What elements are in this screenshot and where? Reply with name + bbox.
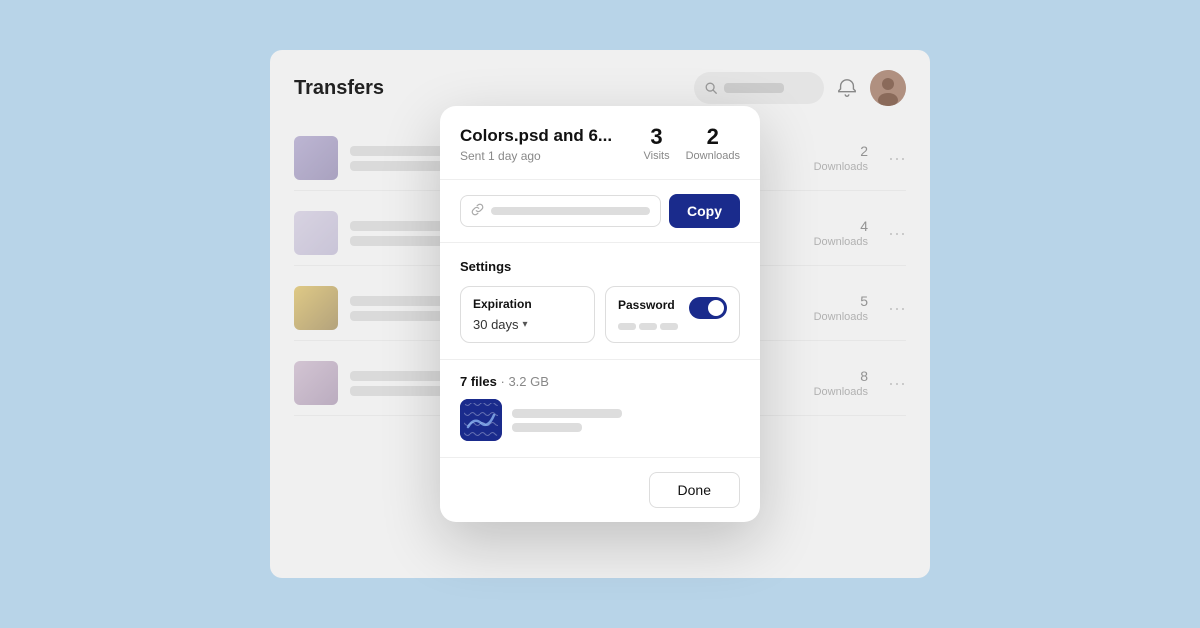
link-input-wrapper — [460, 195, 661, 227]
download-stat: 2 Downloads — [808, 143, 868, 173]
download-label: Downloads — [814, 161, 868, 173]
password-card-inner: Password — [618, 297, 727, 319]
search-placeholder — [724, 83, 784, 93]
app-header: Transfers — [294, 70, 906, 106]
password-dots — [618, 323, 727, 330]
share-modal: Colors.psd and 6... Sent 1 day ago 3 Vis… — [440, 106, 760, 522]
downloads-stat: 2 Downloads — [686, 126, 740, 162]
search-bar — [694, 72, 824, 104]
modal-header: Colors.psd and 6... Sent 1 day ago 3 Vis… — [440, 106, 760, 180]
user-avatar — [870, 70, 906, 106]
pwd-dot — [660, 323, 678, 330]
visits-count: 3 — [650, 126, 662, 148]
files-size-value: 3.2 GB — [508, 374, 548, 389]
pwd-dot — [618, 323, 636, 330]
download-count: 4 — [860, 218, 868, 234]
modal-title: Colors.psd and 6... — [460, 126, 623, 146]
download-count: 2 — [860, 143, 868, 159]
visits-label: Visits — [643, 150, 669, 162]
file-thumbnail — [294, 286, 338, 330]
download-label: Downloads — [814, 311, 868, 323]
more-options-icon: ··· — [888, 373, 906, 394]
files-header: 7 files · 3.2 GB — [460, 374, 740, 389]
chevron-down-icon: ▾ — [523, 319, 528, 330]
file-thumbnail — [294, 136, 338, 180]
search-icon — [704, 81, 718, 95]
app-title: Transfers — [294, 77, 384, 100]
visits-stat: 3 Visits — [643, 126, 669, 162]
link-icon — [471, 203, 484, 219]
download-stat: 8 Downloads — [808, 368, 868, 398]
more-options-icon: ··· — [888, 223, 906, 244]
header-right — [694, 70, 906, 106]
downloads-label: Downloads — [686, 150, 740, 162]
copy-button[interactable]: Copy — [669, 194, 740, 228]
file-size-line — [512, 423, 582, 432]
download-stat: 5 Downloads — [808, 293, 868, 323]
file-item — [460, 399, 740, 441]
done-button[interactable]: Done — [649, 472, 740, 508]
download-label: Downloads — [814, 236, 868, 248]
download-count: 5 — [860, 293, 868, 309]
downloads-count: 2 — [707, 126, 719, 148]
password-card: Password — [605, 286, 740, 343]
toggle-knob — [708, 300, 724, 316]
file-thumbnail — [460, 399, 502, 441]
link-url-placeholder — [491, 207, 650, 215]
settings-title: Settings — [460, 259, 740, 274]
file-text-lines — [512, 409, 622, 432]
modal-settings-section: Settings Expiration 30 days ▾ Password — [440, 243, 760, 360]
modal-footer: Done — [440, 458, 760, 522]
download-stat: 4 Downloads — [808, 218, 868, 248]
modal-files-section: 7 files · 3.2 GB — [440, 360, 760, 458]
more-options-icon: ··· — [888, 148, 906, 169]
password-label: Password — [618, 298, 675, 312]
expiration-select[interactable]: 30 days ▾ — [473, 317, 582, 332]
file-thumbnail — [294, 361, 338, 405]
expiration-card: Expiration 30 days ▾ — [460, 286, 595, 343]
modal-title-section: Colors.psd and 6... Sent 1 day ago — [460, 126, 623, 163]
files-count: 7 files — [460, 374, 497, 389]
modal-stats: 3 Visits 2 Downloads — [643, 126, 740, 162]
expiration-value: 30 days — [473, 317, 519, 332]
file-thumbnail — [294, 211, 338, 255]
more-options-icon: ··· — [888, 298, 906, 319]
expiration-label: Expiration — [473, 297, 582, 311]
file-name-line — [512, 409, 622, 418]
pwd-dot — [639, 323, 657, 330]
settings-row: Expiration 30 days ▾ Password — [460, 286, 740, 343]
download-count: 8 — [860, 368, 868, 384]
bell-icon — [836, 77, 858, 99]
download-label: Downloads — [814, 386, 868, 398]
modal-link-section: Copy — [440, 180, 760, 243]
password-toggle[interactable] — [689, 297, 727, 319]
modal-subtitle: Sent 1 day ago — [460, 149, 623, 163]
